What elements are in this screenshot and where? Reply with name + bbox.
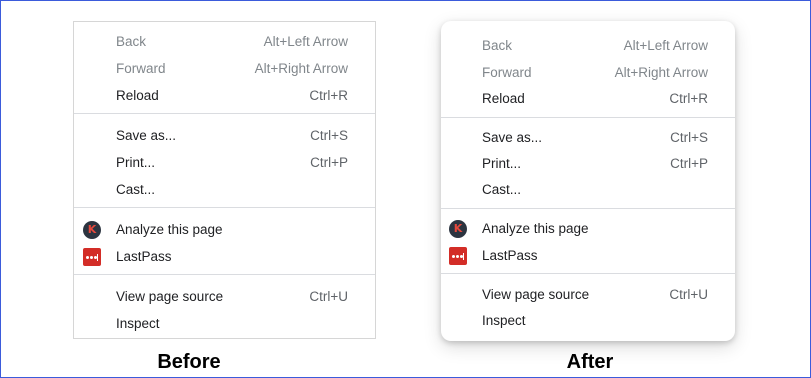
- menu-item-label: Back: [116, 34, 147, 49]
- menu-item-shortcut: Alt+Left Arrow: [623, 38, 708, 53]
- menu-item-inspect[interactable]: Inspect: [441, 307, 735, 334]
- menu-item-shortcut: Ctrl+P: [670, 156, 708, 171]
- menu-item-cast[interactable]: Cast...: [441, 176, 735, 203]
- menu-item-label: Inspect: [116, 316, 160, 331]
- menu-item-shortcut: Ctrl+R: [669, 91, 708, 106]
- menu-item-back[interactable]: Back Alt+Left Arrow: [441, 32, 735, 59]
- menu-item-label: Save as...: [116, 128, 177, 143]
- menu-item-lastpass[interactable]: LastPass: [441, 242, 735, 269]
- menu-item-lastpass[interactable]: LastPass: [74, 243, 375, 270]
- menu-separator: [74, 207, 375, 208]
- menu-item-save-as[interactable]: Save as... Ctrl+S: [74, 122, 375, 149]
- menu-item-print[interactable]: Print... Ctrl+P: [74, 149, 375, 176]
- menu-item-print[interactable]: Print... Ctrl+P: [441, 150, 735, 177]
- menu-item-forward[interactable]: Forward Alt+Right Arrow: [74, 55, 375, 82]
- menu-item-shortcut: Ctrl+R: [309, 88, 348, 103]
- menu-item-shortcut: Alt+Right Arrow: [614, 65, 708, 80]
- menu-item-label: Back: [482, 38, 513, 53]
- menu-item-label: Save as...: [482, 130, 543, 145]
- menu-item-label: Cast...: [482, 182, 522, 197]
- lastpass-icon: [449, 247, 467, 265]
- menu-item-label: LastPass: [116, 249, 172, 264]
- menu-item-label: Cast...: [116, 182, 156, 197]
- menu-item-label: View page source: [482, 287, 590, 302]
- context-menu-before: Back Alt+Left Arrow Forward Alt+Right Ar…: [73, 21, 376, 339]
- menu-item-label: Print...: [482, 156, 522, 171]
- menu-item-label: Forward: [482, 65, 532, 80]
- menu-item-analyze-page[interactable]: K Analyze this page: [74, 216, 375, 243]
- menu-item-save-as[interactable]: Save as... Ctrl+S: [441, 124, 735, 151]
- menu-item-shortcut: Ctrl+P: [310, 155, 348, 170]
- caption-before: Before: [157, 351, 221, 373]
- menu-item-label: Reload: [116, 88, 159, 103]
- menu-item-forward[interactable]: Forward Alt+Right Arrow: [441, 59, 735, 86]
- menu-item-label: LastPass: [482, 248, 538, 263]
- menu-item-cast[interactable]: Cast...: [74, 176, 375, 203]
- k-circle-icon: K: [83, 221, 101, 239]
- menu-item-label: View page source: [116, 289, 224, 304]
- menu-item-label: Forward: [116, 61, 166, 76]
- menu-item-shortcut: Ctrl+U: [669, 287, 708, 302]
- menu-item-inspect[interactable]: Inspect: [74, 310, 375, 337]
- menu-item-shortcut: Alt+Right Arrow: [254, 61, 348, 76]
- menu-item-label: Analyze this page: [482, 221, 589, 236]
- menu-item-view-source[interactable]: View page source Ctrl+U: [441, 281, 735, 308]
- context-menu-after: Back Alt+Left Arrow Forward Alt+Right Ar…: [441, 21, 735, 341]
- menu-item-shortcut: Alt+Left Arrow: [263, 34, 348, 49]
- lastpass-icon: [83, 248, 101, 266]
- menu-item-label: Analyze this page: [116, 222, 223, 237]
- menu-item-label: Inspect: [482, 313, 526, 328]
- menu-separator: [441, 273, 735, 274]
- menu-separator: [441, 208, 735, 209]
- menu-item-label: Reload: [482, 91, 525, 106]
- menu-separator: [441, 117, 735, 118]
- menu-item-analyze-page[interactable]: K Analyze this page: [441, 215, 735, 242]
- menu-item-reload[interactable]: Reload Ctrl+R: [441, 85, 735, 112]
- caption-after: After: [566, 351, 614, 373]
- k-circle-icon: K: [449, 220, 467, 238]
- menu-item-reload[interactable]: Reload Ctrl+R: [74, 82, 375, 109]
- menu-item-shortcut: Ctrl+S: [310, 128, 348, 143]
- menu-item-shortcut: Ctrl+U: [309, 289, 348, 304]
- menu-separator: [74, 113, 375, 114]
- menu-item-back[interactable]: Back Alt+Left Arrow: [74, 28, 375, 55]
- menu-separator: [74, 274, 375, 275]
- menu-item-label: Print...: [116, 155, 156, 170]
- menu-item-view-source[interactable]: View page source Ctrl+U: [74, 283, 375, 310]
- menu-item-shortcut: Ctrl+S: [670, 130, 708, 145]
